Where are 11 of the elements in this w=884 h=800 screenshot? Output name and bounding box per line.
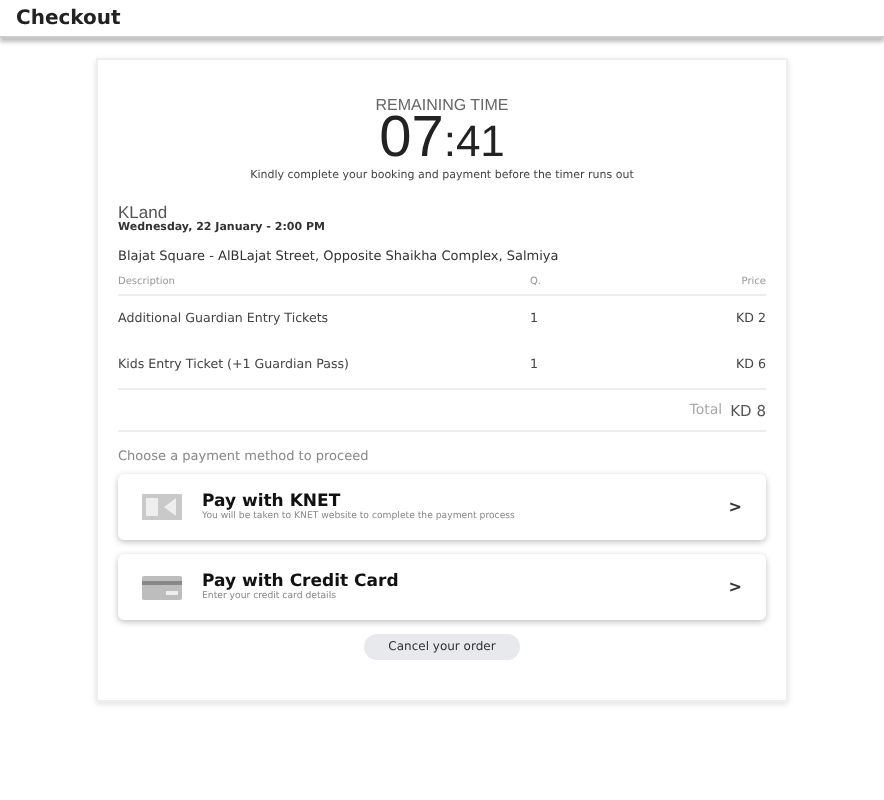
payment-title: Pay with Credit Card xyxy=(202,572,401,592)
chevron-icon: > xyxy=(728,498,742,516)
timer-label: REMAINING TIME xyxy=(375,96,509,114)
payment-title: Pay with KNET xyxy=(202,492,341,512)
timer-seconds: :41 xyxy=(443,118,505,166)
knet-card-icon xyxy=(142,494,182,520)
timer-minutes: 07 xyxy=(379,114,444,162)
event-name: KLand xyxy=(118,202,168,222)
page-title: Checkout xyxy=(16,7,121,29)
chevron-icon: > xyxy=(728,578,742,596)
credit-card-icon xyxy=(142,575,182,599)
